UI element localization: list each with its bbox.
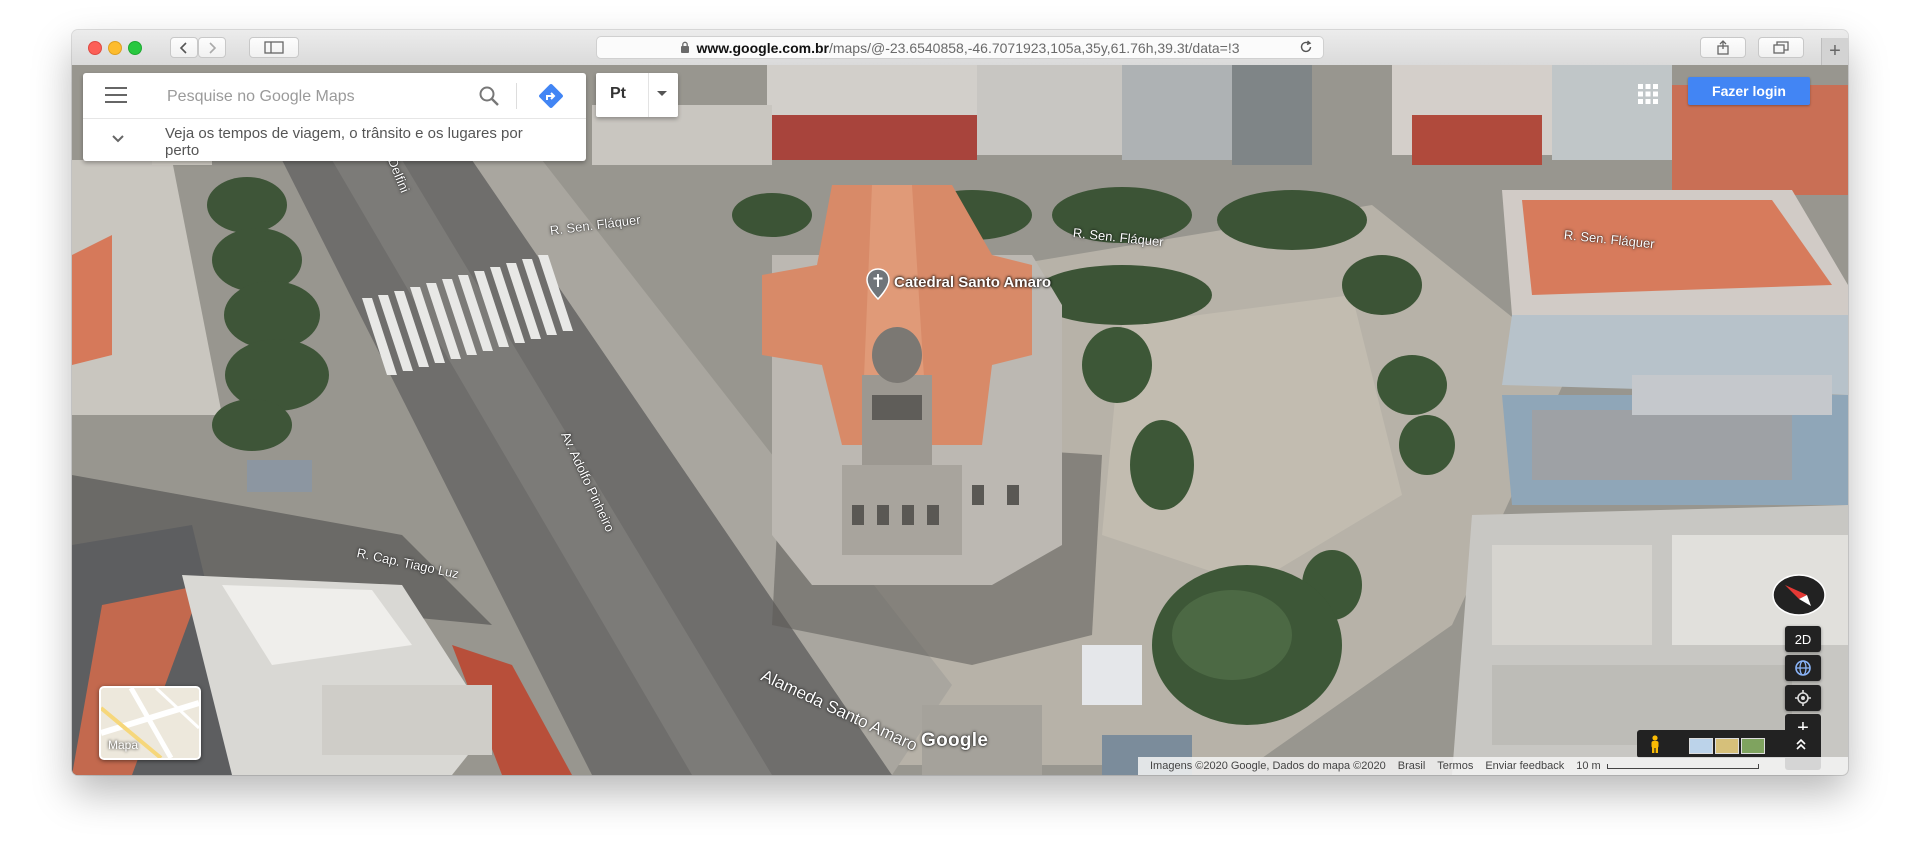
new-tab-button[interactable]: + [1821, 38, 1848, 65]
url-domain: www.google.com.br [696, 39, 829, 56]
google-logo: Google [921, 730, 989, 751]
share-button[interactable] [1700, 37, 1746, 58]
poi-label[interactable]: Catedral Santo Amaro [894, 274, 1051, 291]
chevron-left-icon [179, 41, 187, 54]
country-label[interactable]: Brasil [1398, 760, 1426, 772]
menu-icon [105, 87, 127, 89]
terms-link[interactable]: Termos [1437, 760, 1473, 772]
travel-hint-text: Veja os tempos de viagem, o trânsito e o… [165, 125, 523, 159]
map-type-label: Mapa [108, 738, 139, 752]
url-path: /maps/@-23.6540858,-46.7071923,105a,35y,… [828, 39, 1240, 56]
layers-button[interactable]: Pt [596, 73, 678, 117]
my-location-button[interactable] [1785, 685, 1821, 711]
reload-icon[interactable] [1299, 40, 1313, 57]
caret-down-icon[interactable] [657, 91, 667, 96]
forward-button[interactable] [198, 37, 226, 58]
toggle-2d-button[interactable]: 2D [1785, 626, 1821, 652]
location-icon [1795, 690, 1811, 706]
menu-icon [105, 94, 127, 96]
tabs-overview-button[interactable] [1758, 37, 1804, 58]
search-icon[interactable] [478, 85, 500, 112]
menu-icon [105, 101, 127, 103]
imagery-thumbnail[interactable] [1715, 738, 1739, 754]
imagery-thumbnail[interactable] [1741, 738, 1765, 754]
browser-toolbar: www.google.com.br/maps/@-23.6540858,-46.… [72, 30, 1848, 66]
browser-window: www.google.com.br/maps/@-23.6540858,-46.… [72, 30, 1848, 775]
layer-label: Pt [610, 85, 626, 102]
tabs-icon [1773, 41, 1789, 54]
chevron-up-icon[interactable] [1795, 737, 1807, 756]
divider [516, 83, 517, 109]
map-canvas[interactable]: Delfini R. Sen. Fláquer R. Sen. Fláquer … [72, 65, 1848, 775]
scale-bar [1606, 763, 1759, 769]
chevron-down-icon[interactable] [111, 131, 125, 149]
share-icon [1717, 40, 1729, 55]
divider [648, 73, 649, 117]
sidebar-toggle-button[interactable] [249, 37, 299, 58]
compass-icon[interactable] [1771, 573, 1827, 617]
globe-icon [1795, 660, 1811, 676]
imagery-tray [1637, 730, 1817, 758]
zoom-window-button[interactable] [128, 41, 142, 55]
menu-button[interactable] [105, 87, 127, 103]
directions-icon[interactable] [538, 83, 564, 114]
travel-hint-row[interactable]: Veja os tempos de viagem, o trânsito e o… [83, 119, 586, 161]
aerial-3d-scene [72, 65, 1848, 775]
globe-view-button[interactable] [1785, 655, 1821, 681]
apps-grid-icon[interactable] [1637, 83, 1659, 110]
chevron-right-icon [209, 41, 217, 54]
search-row [83, 73, 586, 119]
scale-label[interactable]: 10 m [1576, 760, 1600, 772]
minimize-window-button[interactable] [108, 41, 122, 55]
back-button[interactable] [170, 37, 198, 58]
pegman-icon[interactable] [1649, 735, 1661, 758]
sidebar-icon [264, 41, 284, 54]
address-bar[interactable]: www.google.com.br/maps/@-23.6540858,-46.… [596, 36, 1324, 59]
map-footer: Imagens ©2020 Google, Dados do mapa ©202… [1138, 757, 1848, 775]
church-pin-icon[interactable] [865, 268, 891, 305]
imagery-attribution: Imagens ©2020 Google, Dados do mapa ©202… [1150, 760, 1386, 772]
lock-icon [680, 40, 690, 56]
login-button[interactable]: Fazer login [1688, 77, 1810, 105]
search-input[interactable] [165, 85, 469, 109]
feedback-link[interactable]: Enviar feedback [1485, 760, 1564, 772]
imagery-thumbnail[interactable] [1689, 738, 1713, 754]
map-type-thumbnail[interactable]: Mapa [99, 686, 201, 760]
search-panel: Veja os tempos de viagem, o trânsito e o… [83, 73, 586, 161]
close-window-button[interactable] [88, 41, 102, 55]
